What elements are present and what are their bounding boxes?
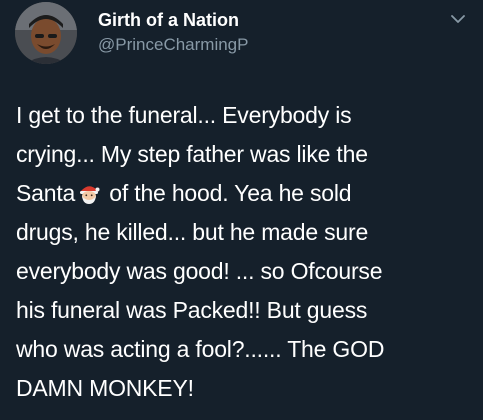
tweet-text-after-emoji: of the hood. Yea he sold — [103, 180, 352, 206]
tweet-text-line: his funeral was Packed!! But guess — [16, 297, 368, 323]
tweet-text-line: drugs, he killed... but he made sure — [16, 219, 369, 245]
tweet-text-line: I get to the funeral... Everybody is — [16, 102, 352, 128]
tweet-text-line: everybody was good! ... so Ofcourse — [16, 258, 383, 284]
santa-claus-emoji-icon — [77, 178, 101, 204]
author-display-name[interactable]: Girth of a Nation — [98, 8, 248, 32]
more-options-chevron-icon[interactable] — [449, 12, 467, 26]
tweet-text-line: DAMN MONKEY! — [16, 375, 194, 401]
avatar[interactable] — [15, 2, 77, 64]
author-handle[interactable]: @PrinceCharmingP — [98, 33, 248, 57]
chevron-down-icon — [451, 14, 465, 23]
tweet-text-line-with-emoji: Santa of the hood. Yea he sold — [16, 174, 476, 213]
tweet-card: Girth of a Nation @PrinceCharmingP I get… — [0, 0, 483, 420]
tweet-text-line: who was acting a fool?...... The GOD — [16, 336, 385, 362]
santa-word: Santa — [16, 180, 76, 206]
tweet-text: I get to the funeral... Everybody is cry… — [16, 96, 476, 408]
tweet-text-line: crying... My step father was like the — [16, 141, 368, 167]
avatar-photo-icon — [15, 2, 77, 64]
tweet-header: Girth of a Nation @PrinceCharmingP — [98, 8, 248, 57]
